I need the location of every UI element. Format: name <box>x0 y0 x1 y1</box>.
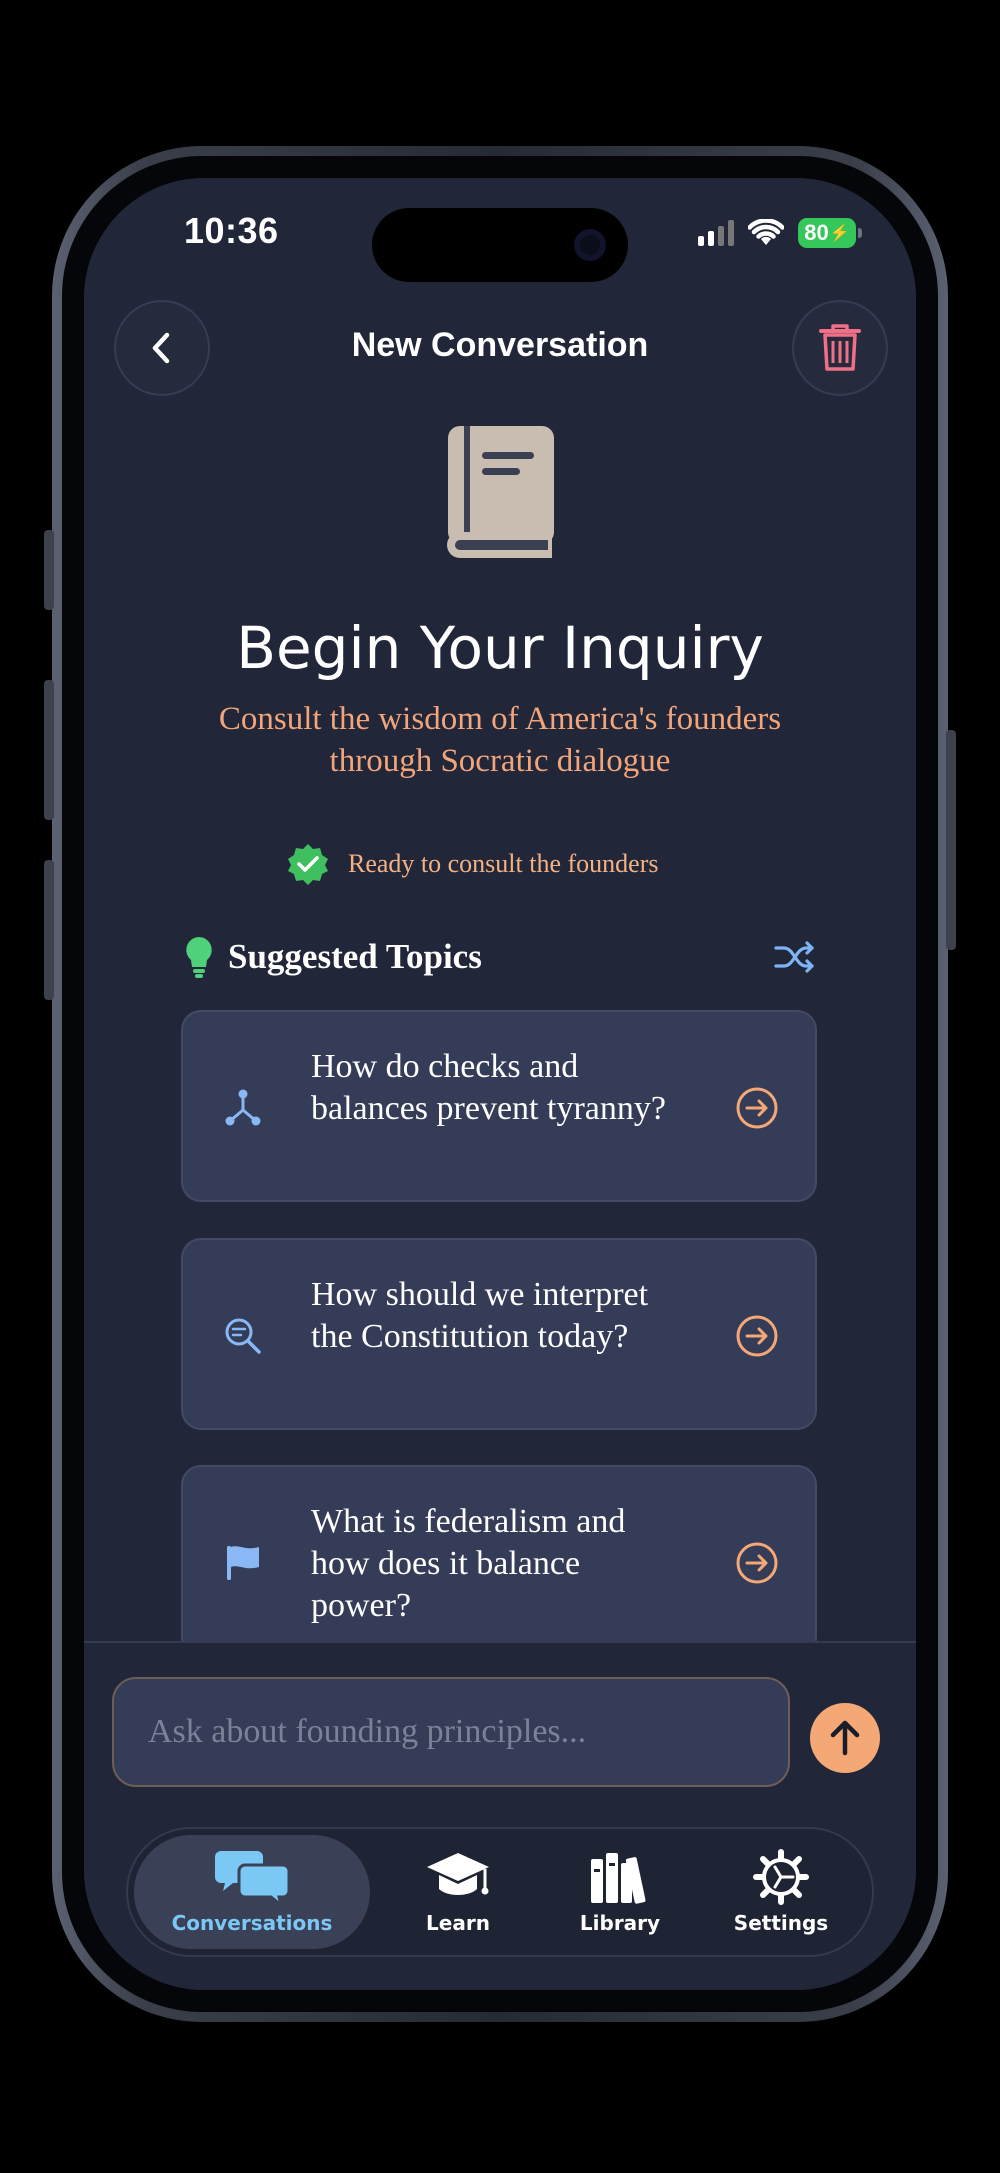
send-button[interactable] <box>810 1703 880 1773</box>
wifi-icon <box>748 219 784 245</box>
arrow-circle-right-icon <box>736 1087 778 1129</box>
message-input-placeholder: Ask about founding principles... <box>148 1713 587 1750</box>
volume-up-button <box>44 680 54 820</box>
ready-status: Ready to consult the founders <box>286 842 659 886</box>
tab-label: Conversations <box>171 1911 333 1935</box>
tab-label: Library <box>579 1911 661 1935</box>
trash-icon <box>819 324 861 371</box>
tab-conversations[interactable]: Conversations <box>134 1835 370 1949</box>
arrow-up-icon <box>830 1720 860 1756</box>
status-time: 10:36 <box>184 210 279 251</box>
chat-bubbles-icon <box>215 1851 289 1905</box>
lightbulb-icon <box>186 937 212 978</box>
bottom-bar: Ask about founding principles... Convers… <box>84 1641 916 1990</box>
message-input[interactable]: Ask about founding principles... <box>112 1677 790 1787</box>
hero-subtitle: Consult the wisdom of America's founders… <box>218 701 782 779</box>
battery-indicator: 80 ⚡ <box>798 218 862 248</box>
search-icon <box>225 1318 261 1354</box>
shuffle-icon[interactable] <box>774 940 816 974</box>
tab-learn[interactable]: Learn <box>398 1829 518 1955</box>
delete-button[interactable] <box>792 300 888 396</box>
topic-card-federalism[interactable]: What is federalism and how does it balan… <box>181 1465 817 1657</box>
arrow-circle-right-icon <box>736 1315 778 1357</box>
gear-icon <box>753 1849 809 1905</box>
book-icon <box>447 426 554 558</box>
suggested-topics-title: Suggested Topics <box>228 937 482 976</box>
cell-signal-icon <box>698 220 734 246</box>
books-icon <box>591 1853 646 1904</box>
ready-status-text: Ready to consult the founders <box>348 849 659 878</box>
topic-card-constitution[interactable]: How should we interpret the Constitution… <box>181 1238 817 1430</box>
topic-text: How should we interpret the Constitution… <box>311 1276 649 1355</box>
dynamic-island <box>372 208 628 282</box>
action-button <box>44 530 54 610</box>
network-icon <box>225 1089 261 1126</box>
power-button <box>946 730 956 950</box>
volume-down-button <box>44 860 54 1000</box>
hero-title: Begin Your Inquiry <box>236 614 764 682</box>
topic-card-checks-balances[interactable]: How do checks and balances prevent tyran… <box>181 1010 817 1202</box>
tab-bar: Conversations Learn Library Settings <box>126 1827 874 1957</box>
suggested-topics-header: Suggested Topics <box>184 932 816 982</box>
tab-label: Learn <box>426 1911 490 1935</box>
tab-settings[interactable]: Settings <box>714 1829 848 1955</box>
topic-text: What is federalism and how does it balan… <box>311 1503 626 1624</box>
tab-label: Settings <box>733 1911 829 1935</box>
app-screen: 10:36 80 ⚡ New Conversation Begin Your I… <box>84 178 916 1990</box>
graduation-cap-icon <box>427 1853 489 1895</box>
tab-library[interactable]: Library <box>560 1829 680 1955</box>
camera <box>574 229 606 261</box>
status-icons: 80 ⚡ <box>698 218 862 248</box>
arrow-circle-right-icon <box>736 1542 778 1584</box>
flag-icon <box>227 1546 259 1580</box>
verified-badge-icon <box>288 844 328 885</box>
topic-text: How do checks and balances prevent tyran… <box>311 1048 666 1127</box>
